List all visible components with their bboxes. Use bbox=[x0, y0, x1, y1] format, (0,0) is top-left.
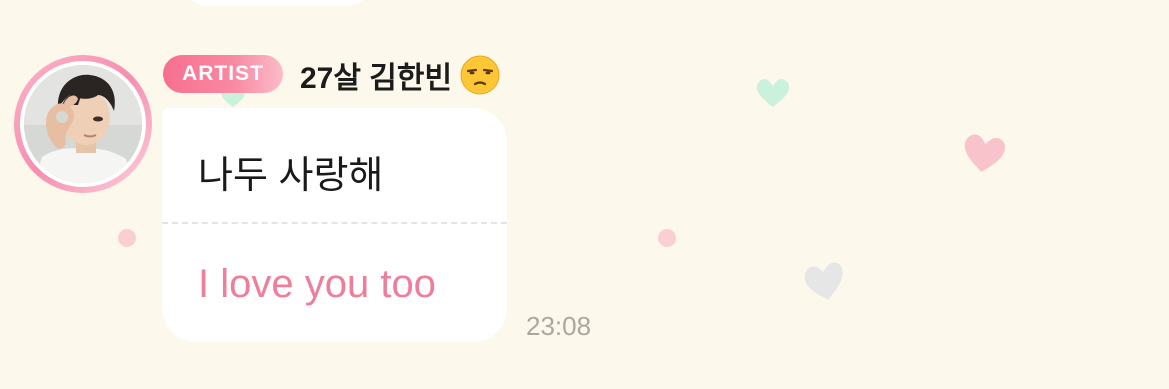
pink-dot-icon bbox=[658, 229, 676, 247]
message-timestamp: 23:08 bbox=[526, 311, 592, 341]
person-photo-icon bbox=[24, 65, 142, 183]
unamused-face-icon bbox=[460, 55, 500, 95]
message-original-text: 나두 사랑해 bbox=[198, 155, 384, 197]
artist-badge: ARTIST bbox=[163, 55, 283, 93]
gray-heart-icon bbox=[804, 262, 843, 300]
sender-name[interactable]: 27살 김한빈 bbox=[300, 55, 500, 95]
chat-area: ARTIST 27살 김한빈 나두 사랑해 I love you too 23:… bbox=[0, 0, 1169, 389]
sender-name-label: 27살 김한빈 bbox=[300, 62, 453, 95]
avatar[interactable] bbox=[14, 55, 152, 193]
message-bubble[interactable]: 나두 사랑해 I love you too bbox=[162, 108, 507, 342]
pink-dot-icon bbox=[118, 229, 136, 247]
translation-divider bbox=[162, 222, 507, 224]
avatar-photo bbox=[20, 61, 146, 187]
pink-heart-icon bbox=[964, 134, 1005, 172]
message-translated-text: I love you too bbox=[198, 262, 436, 306]
mint-heart-icon bbox=[756, 79, 790, 107]
artist-badge-label: ARTIST bbox=[182, 62, 264, 85]
previous-message-bubble[interactable] bbox=[182, 0, 372, 6]
